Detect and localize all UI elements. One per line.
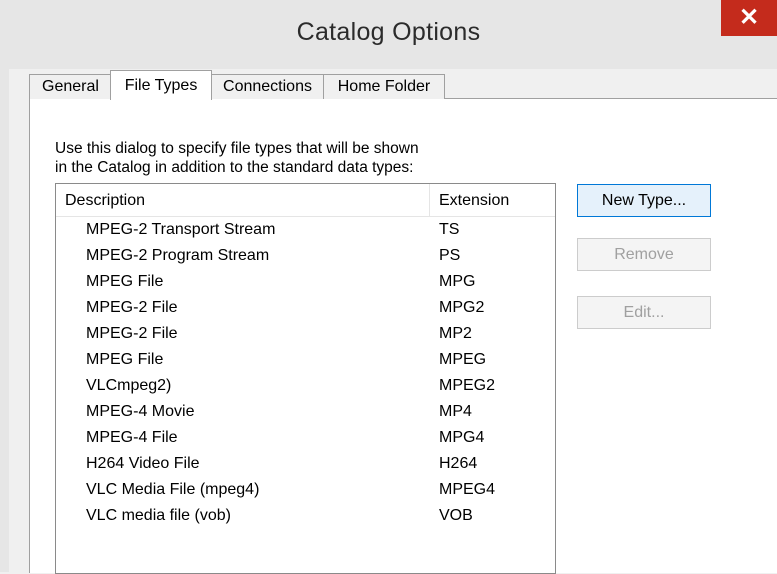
tab-general[interactable]: General: [29, 74, 112, 99]
column-header-description[interactable]: Description: [65, 192, 145, 210]
list-item-description: VLC media file (vob): [86, 507, 231, 524]
column-divider[interactable]: [429, 184, 430, 216]
list-item-description: MPEG-2 File: [86, 325, 178, 342]
list-item-extension: H264: [439, 455, 478, 472]
list-item-extension: MPG: [439, 273, 476, 290]
list-item-description: VLCmpeg2): [86, 377, 172, 394]
instructions-line-1: Use this dialog to specify file types th…: [55, 140, 419, 157]
instructions-line-2: in the Catalog in addition to the standa…: [55, 159, 414, 176]
list-item[interactable]: H264 Video File H264: [56, 452, 555, 478]
list-item-extension: MPEG: [439, 351, 487, 368]
list-item-description: VLC Media File (mpeg4): [86, 481, 260, 498]
list-item[interactable]: VLC media file (vob) VOB: [56, 504, 555, 530]
list-item-extension: MP2: [439, 325, 472, 342]
tab-home-folder[interactable]: Home Folder: [323, 74, 445, 99]
column-header-extension[interactable]: Extension: [439, 192, 509, 210]
list-item-extension: MPEG2: [439, 377, 496, 394]
list-item-extension: MPG2: [439, 299, 485, 316]
close-icon: ✕: [738, 4, 760, 31]
remove-button[interactable]: Remove: [577, 238, 711, 271]
new-type-button[interactable]: New Type...: [577, 184, 711, 217]
list-item-extension: MPEG4: [439, 481, 496, 498]
list-item-extension: MPG4: [439, 429, 485, 446]
title-bar: Catalog Options ✕: [0, 0, 777, 69]
list-item[interactable]: MPEG-4 Movie MP4: [56, 400, 555, 426]
dialog-title: Catalog Options: [296, 18, 481, 46]
list-item-extension: TS: [439, 221, 460, 238]
list-item-description: MPEG File: [86, 273, 164, 290]
list-item-description: MPEG-2 Program Stream: [86, 247, 270, 264]
tab-file-types[interactable]: File Types: [110, 70, 212, 100]
list-item[interactable]: MPEG File MPG: [56, 270, 555, 296]
list-item[interactable]: MPEG-4 File MPG4: [56, 426, 555, 452]
list-item-extension: MP4: [439, 403, 472, 420]
edit-button[interactable]: Edit...: [577, 296, 711, 329]
list-item-extension: VOB: [439, 507, 473, 524]
list-item[interactable]: VLC Media File (mpeg4) MPEG4: [56, 478, 555, 504]
list-item-description: MPEG-2 Transport Stream: [86, 221, 276, 238]
list-item-extension: PS: [439, 247, 461, 264]
list-item[interactable]: MPEG-2 Transport Stream TS: [56, 218, 555, 244]
list-item-description: MPEG File: [86, 351, 164, 368]
list-item-description: MPEG-4 Movie: [86, 403, 195, 420]
list-item[interactable]: MPEG-2 File MP2: [56, 322, 555, 348]
list-item-description: MPEG-4 File: [86, 429, 178, 446]
list-item[interactable]: MPEG File MPEG: [56, 348, 555, 374]
list-item[interactable]: VLCmpeg2) MPEG2: [56, 374, 555, 400]
close-button[interactable]: ✕: [721, 0, 777, 36]
list-item[interactable]: MPEG-2 File MPG2: [56, 296, 555, 322]
list-item[interactable]: MPEG-2 Program Stream PS: [56, 244, 555, 270]
list-item-description: H264 Video File: [86, 455, 200, 472]
list-header: Description Extension: [56, 184, 555, 217]
file-types-list[interactable]: Description Extension MPEG-2 Transport S…: [55, 183, 556, 574]
list-item-description: MPEG-2 File: [86, 299, 178, 316]
window-left-border: [0, 69, 9, 572]
tab-connections[interactable]: Connections: [210, 74, 325, 99]
instructions-text: Use this dialog to specify file types th…: [55, 139, 525, 177]
